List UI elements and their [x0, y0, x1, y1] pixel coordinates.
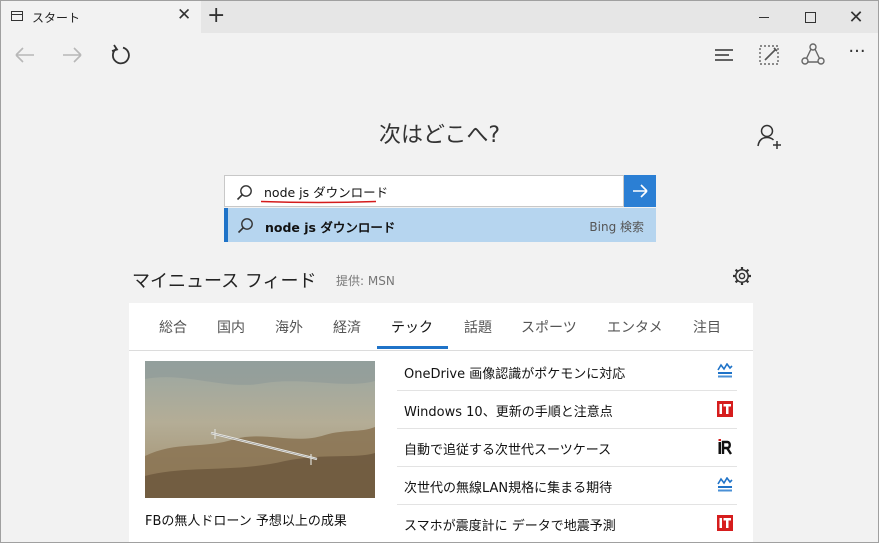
- page-icon: [11, 11, 23, 21]
- tab-sports[interactable]: スポーツ: [521, 317, 577, 337]
- drive-logo-icon: [717, 477, 733, 492]
- tab-title: スタート: [32, 11, 81, 25]
- feed-provider: 提供: MSN: [336, 274, 395, 288]
- tab-tech[interactable]: テック: [391, 317, 433, 337]
- page-heading: 次はどこへ?: [378, 123, 501, 148]
- news-title: 自動で追従する次世代スーツケース: [404, 443, 612, 458]
- back-arrow-icon[interactable]: [11, 41, 39, 69]
- news-title: Windows 10、更新の手順と注意点: [404, 405, 613, 420]
- refresh-icon[interactable]: [106, 41, 134, 69]
- tab-domestic[interactable]: 国内: [217, 317, 245, 337]
- tab-international[interactable]: 海外: [275, 317, 303, 337]
- category-tabs: 総合 国内 海外 経済 テック 話題 スポーツ エンタメ 注目: [129, 303, 753, 351]
- news-feed-panel: 総合 国内 海外 経済 テック 話題 スポーツ エンタメ 注目 FBの無人ドロー…: [129, 303, 753, 542]
- active-tab-indicator: [377, 346, 448, 349]
- add-person-icon[interactable]: [755, 122, 783, 150]
- close-tab-icon[interactable]: ✕: [177, 7, 191, 24]
- minimize-icon: [759, 16, 769, 18]
- tab-entertainment[interactable]: エンタメ: [607, 317, 663, 337]
- ir-logo-icon: [718, 439, 732, 455]
- maximize-button[interactable]: [787, 1, 833, 33]
- share-icon[interactable]: [799, 41, 827, 69]
- more-menu-icon[interactable]: ···: [843, 41, 871, 69]
- browser-window: スタート ✕ + ✕ ··· 次はどこへ? node js ダウンロード nod…: [0, 0, 879, 543]
- hub-icon[interactable]: [711, 41, 739, 69]
- tab-start[interactable]: スタート ✕: [1, 1, 201, 33]
- tab-general[interactable]: 総合: [159, 317, 187, 337]
- suggestion-source: Bing 検索: [589, 220, 644, 234]
- news-item[interactable]: 次世代の無線LAN規格に集まる期待: [397, 467, 737, 505]
- news-item[interactable]: OneDrive 画像認識がポケモンに対応: [397, 353, 737, 391]
- it-logo-icon: [717, 515, 733, 531]
- new-tab-button[interactable]: +: [207, 4, 225, 28]
- navigation-bar: ···: [1, 33, 878, 77]
- search-suggestion[interactable]: node js ダウンロード Bing 検索: [224, 208, 656, 242]
- news-title: OneDrive 画像認識がポケモンに対応: [404, 367, 626, 382]
- news-title: スマホが震度計に データで地震予測: [404, 519, 616, 534]
- search-icon: [237, 218, 253, 234]
- search-box: [224, 175, 624, 207]
- drone-photo[interactable]: [145, 361, 375, 498]
- news-item[interactable]: スマホが震度計に データで地震予測: [397, 505, 737, 542]
- gear-icon[interactable]: [731, 265, 753, 287]
- search-go-button[interactable]: [624, 175, 656, 207]
- maximize-icon: [804, 11, 816, 23]
- news-title: 次世代の無線LAN規格に集まる期待: [404, 481, 613, 496]
- news-list: OneDrive 画像認識がポケモンに対応 Windows 10、更新の手順と注…: [397, 353, 737, 542]
- forward-arrow-icon[interactable]: [58, 41, 86, 69]
- search-icon: [236, 185, 252, 201]
- news-item[interactable]: Windows 10、更新の手順と注意点: [397, 391, 737, 429]
- it-logo-icon: [717, 401, 733, 417]
- tab-topics[interactable]: 話題: [464, 317, 492, 337]
- title-bar: スタート ✕ + ✕: [1, 1, 878, 33]
- window-close-button[interactable]: ✕: [833, 1, 878, 33]
- feed-title: マイニュース フィード: [132, 271, 317, 292]
- news-item[interactable]: 自動で追従する次世代スーツケース: [397, 429, 737, 467]
- arrow-right-icon: [633, 184, 648, 198]
- spellcheck-underline: [261, 200, 376, 204]
- tab-economy[interactable]: 経済: [333, 317, 361, 337]
- minimize-button[interactable]: [741, 1, 787, 33]
- suggestion-text: node js ダウンロード: [265, 220, 396, 235]
- tab-featured[interactable]: 注目: [693, 317, 721, 337]
- featured-caption[interactable]: FBの無人ドローン 予想以上の成果: [145, 510, 347, 529]
- web-note-icon[interactable]: [756, 41, 784, 69]
- drive-logo-icon: [717, 363, 733, 378]
